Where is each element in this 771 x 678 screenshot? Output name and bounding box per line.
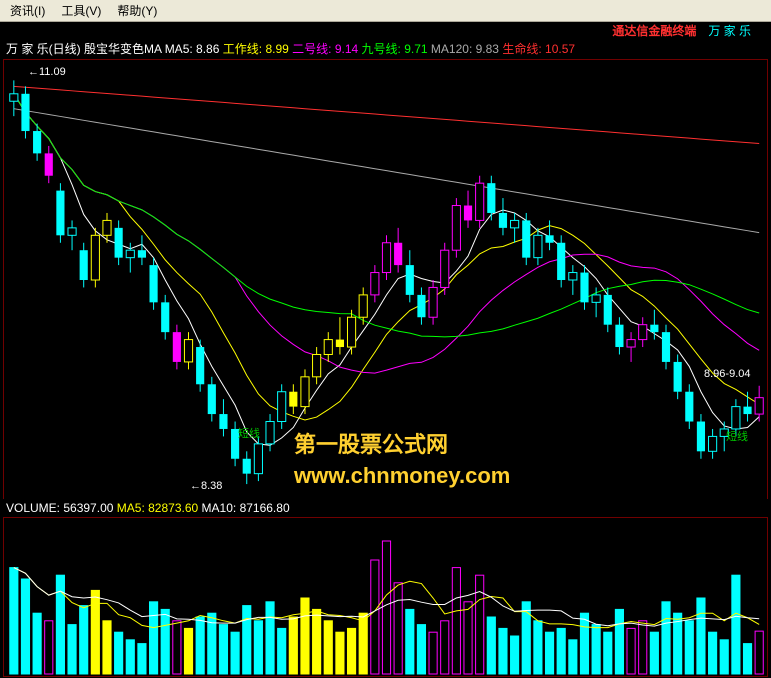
- titlebar: 通达信金融终端 万 家 乐: [0, 22, 771, 38]
- vol-ma10-label: MA10:: [202, 501, 237, 515]
- watermark-line1: 第一股票公式网: [294, 430, 510, 461]
- work-label: 工作线:: [223, 42, 262, 56]
- high-annotation: ←11.09: [28, 66, 66, 78]
- life-value: 10.57: [545, 42, 575, 56]
- menu-help[interactable]: 帮助(Y): [117, 2, 157, 19]
- vol-label: VOLUME:: [6, 501, 60, 515]
- right-price-annotation: 8.96-9.04: [704, 368, 750, 380]
- vol-value: 56397.00: [63, 501, 113, 515]
- watermark: 第一股票公式网 www.chnmoney.com: [294, 430, 510, 492]
- volume-header: VOLUME: 56397.00 MA5: 82873.60 MA10: 871…: [0, 499, 771, 517]
- chart-prefix: 万 家 乐(日线) 殷宝华变色MA: [6, 42, 161, 56]
- indicator-header: 万 家 乐(日线) 殷宝华变色MA MA5: 8.86 工作线: 8.99 二号…: [0, 38, 771, 59]
- nine-value: 9.71: [404, 42, 427, 56]
- two-value: 9.14: [335, 42, 358, 56]
- menu-tools[interactable]: 工具(V): [61, 2, 101, 19]
- ma120-label: MA120:: [431, 42, 472, 56]
- app-name: 通达信金融终端: [612, 22, 696, 39]
- vol-ma5-value: 82873.60: [148, 501, 198, 515]
- short-annotation-1: 短线: [238, 425, 260, 441]
- life-label: 生命线:: [502, 42, 541, 56]
- candle-chart[interactable]: ←11.09 ←8.38 短线 短线 8.96-9.04 第一股票公式网 www…: [3, 59, 768, 499]
- vol-ma10-value: 87166.80: [240, 501, 290, 515]
- ma5-label: MA5:: [165, 42, 193, 56]
- ma120-value: 9.83: [476, 42, 499, 56]
- stock-name-title: 万 家 乐: [708, 22, 751, 39]
- menubar: 资讯(I) 工具(V) 帮助(Y): [0, 0, 771, 22]
- low-annotation: ←8.38: [190, 480, 222, 492]
- work-value: 8.99: [265, 42, 288, 56]
- vol-ma5-label: MA5:: [117, 501, 145, 515]
- short-annotation-2: 短线: [726, 428, 748, 444]
- watermark-line2: www.chnmoney.com: [294, 461, 510, 492]
- volume-chart[interactable]: [3, 517, 768, 677]
- nine-label: 九号线:: [362, 42, 401, 56]
- two-label: 二号线:: [292, 42, 331, 56]
- ma5-value: 8.86: [196, 42, 219, 56]
- menu-info[interactable]: 资讯(I): [10, 2, 45, 19]
